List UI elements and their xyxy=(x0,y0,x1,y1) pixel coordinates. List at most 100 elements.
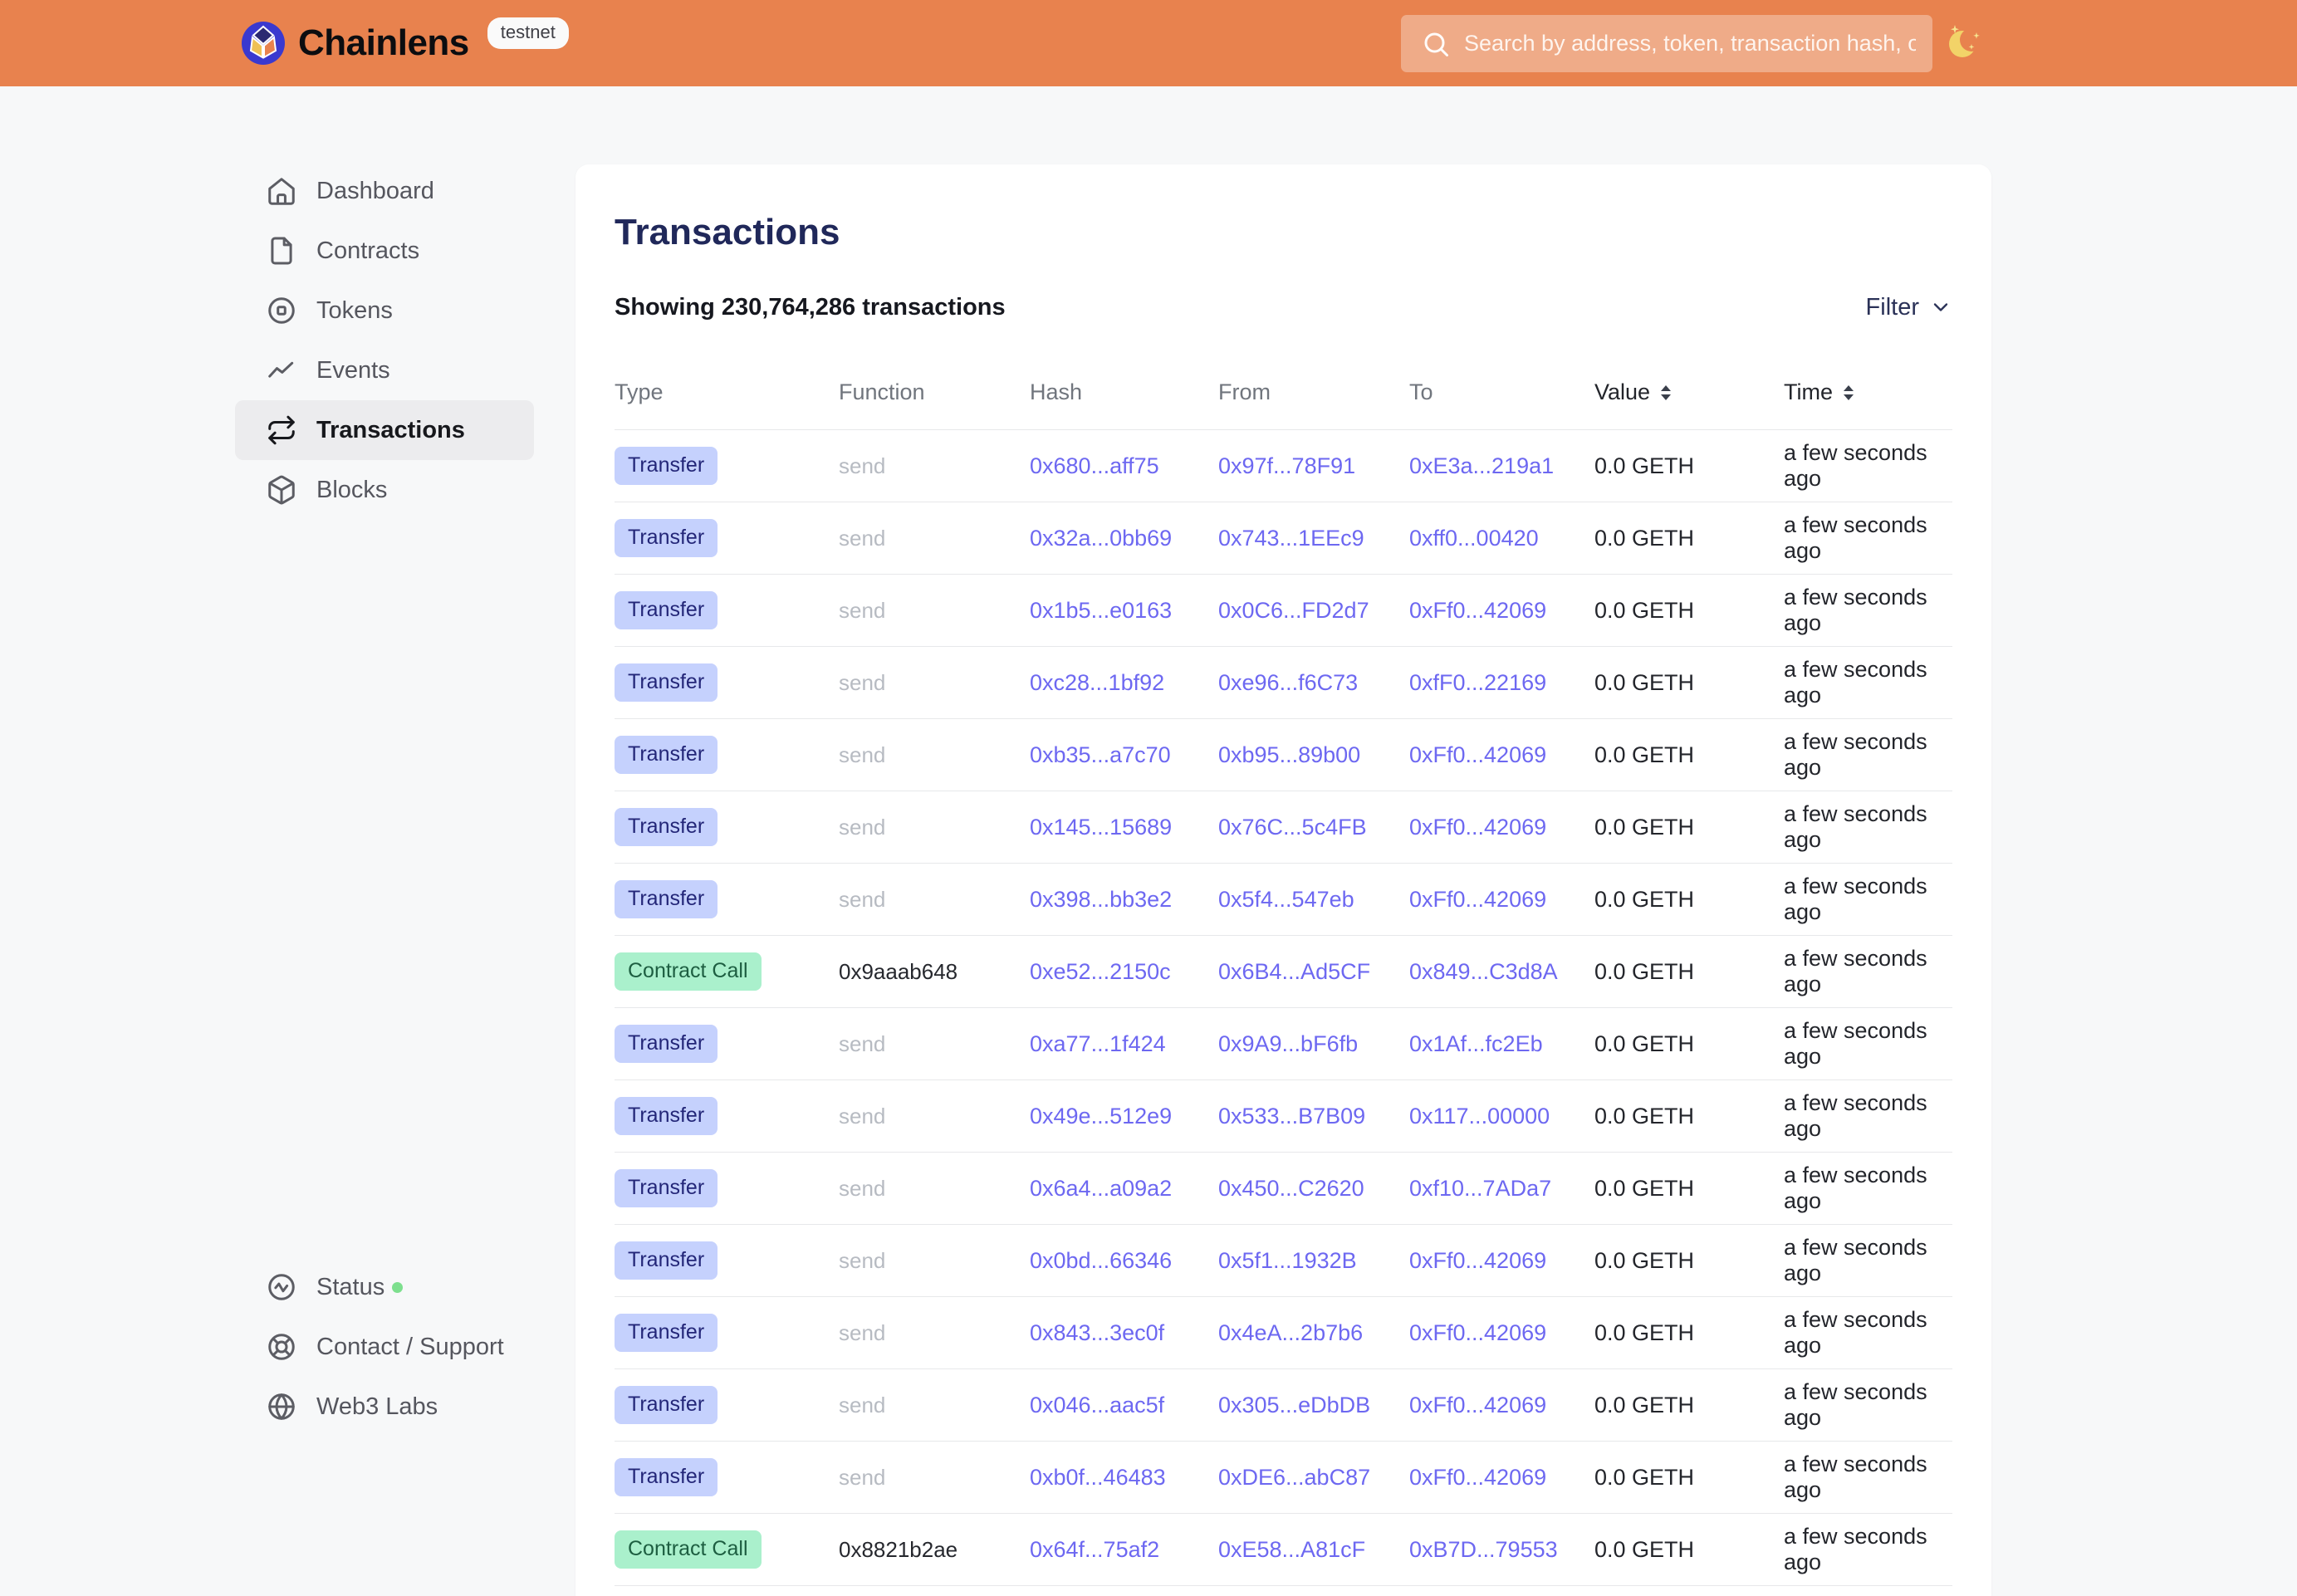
tx-from-link[interactable]: 0x0C6...FD2d7 xyxy=(1218,598,1369,624)
tx-value: 0.0 GETH xyxy=(1594,1393,1784,1418)
tx-hash-link[interactable]: 0x32a...0bb69 xyxy=(1030,526,1172,551)
tx-hash-link[interactable]: 0xa77...1f424 xyxy=(1030,1031,1166,1057)
table-header-row: TypeFunctionHashFromToValueTime xyxy=(615,355,1952,430)
tx-type-badge: Transfer xyxy=(615,519,718,557)
tx-time: a few seconds ago xyxy=(1784,1235,1952,1286)
tx-hash-link[interactable]: 0x843...3ec0f xyxy=(1030,1320,1164,1346)
page-title: Transactions xyxy=(615,213,1952,252)
tx-to-link[interactable]: 0xff0...00420 xyxy=(1409,526,1539,551)
tx-value: 0.0 GETH xyxy=(1594,1104,1784,1129)
tx-value: 0.0 GETH xyxy=(1594,959,1784,985)
tx-to-link[interactable]: 0xFf0...42069 xyxy=(1409,742,1546,768)
sidebar-item-events[interactable]: Events xyxy=(235,340,534,400)
column-header-time[interactable]: Time xyxy=(1784,379,1952,405)
tx-hash-link[interactable]: 0xe52...2150c xyxy=(1030,959,1171,985)
tx-function: 0x8821b2ae xyxy=(839,1537,1030,1563)
sidebar-item-label: Contracts xyxy=(316,237,419,265)
tx-type-badge: Transfer xyxy=(615,736,718,774)
table-row: Transfersend0x6a4...a09a20x450...C26200x… xyxy=(615,1153,1952,1225)
sidebar-item-label: Transactions xyxy=(316,417,465,444)
tx-time: a few seconds ago xyxy=(1784,1090,1952,1142)
tx-to-link[interactable]: 0xf10...7ADa7 xyxy=(1409,1176,1551,1202)
table-row: Transfersend0xa77...1f4240x9A9...bF6fb0x… xyxy=(615,1008,1952,1080)
sort-icon xyxy=(1661,385,1671,400)
tx-to-link[interactable]: 0xFf0...42069 xyxy=(1409,598,1546,624)
sidebar-item-web3-labs[interactable]: Web3 Labs xyxy=(235,1377,534,1437)
table-row: Contract Call0x8821b2ae0x64f...75af20xE5… xyxy=(615,1514,1952,1586)
status-online-dot xyxy=(392,1282,403,1293)
table-row: Transfersend0x0bd...663460x5f1...1932B0x… xyxy=(615,1225,1952,1297)
tx-to-link[interactable]: 0xB7D...79553 xyxy=(1409,1537,1558,1563)
tx-hash-link[interactable]: 0x0bd...66346 xyxy=(1030,1248,1172,1274)
table-row: Transfersend0x49e...512e90x533...B7B090x… xyxy=(615,1080,1952,1153)
tx-time: a few seconds ago xyxy=(1784,440,1952,492)
tx-type-badge: Contract Call xyxy=(615,952,762,991)
tx-type-badge: Transfer xyxy=(615,591,718,629)
tx-from-link[interactable]: 0x305...eDbDB xyxy=(1218,1393,1370,1418)
tx-from-link[interactable]: 0x5f4...547eb xyxy=(1218,887,1354,913)
tx-time: a few seconds ago xyxy=(1784,1524,1952,1575)
tx-hash-link[interactable]: 0x680...aff75 xyxy=(1030,453,1159,479)
tx-from-link[interactable]: 0x533...B7B09 xyxy=(1218,1104,1365,1129)
tx-type-badge: Transfer xyxy=(615,1241,718,1280)
tx-from-link[interactable]: 0xe96...f6C73 xyxy=(1218,670,1358,696)
tx-to-link[interactable]: 0xFf0...42069 xyxy=(1409,815,1546,840)
tx-from-link[interactable]: 0x6B4...Ad5CF xyxy=(1218,959,1370,985)
tx-to-link[interactable]: 0xFf0...42069 xyxy=(1409,1248,1546,1274)
filter-button[interactable]: Filter xyxy=(1866,294,1952,321)
tx-to-link[interactable]: 0x117...00000 xyxy=(1409,1104,1550,1129)
filter-button-label: Filter xyxy=(1866,294,1919,321)
tx-hash-link[interactable]: 0x145...15689 xyxy=(1030,815,1172,840)
tx-from-link[interactable]: 0x743...1EEc9 xyxy=(1218,526,1364,551)
search-input[interactable] xyxy=(1401,15,1932,72)
tx-type-badge: Transfer xyxy=(615,808,718,846)
sidebar-item-status[interactable]: Status xyxy=(235,1257,534,1317)
tx-hash-link[interactable]: 0xc28...1bf92 xyxy=(1030,670,1164,696)
tx-from-link[interactable]: 0x5f1...1932B xyxy=(1218,1248,1357,1274)
tx-to-link[interactable]: 0x849...C3d8A xyxy=(1409,959,1558,985)
tx-value: 0.0 GETH xyxy=(1594,598,1784,624)
tx-function: send xyxy=(839,1031,1030,1057)
tx-hash-link[interactable]: 0x64f...75af2 xyxy=(1030,1537,1159,1563)
tx-to-link[interactable]: 0xFf0...42069 xyxy=(1409,1320,1546,1346)
chainlens-logo-icon xyxy=(242,22,285,65)
tx-from-link[interactable]: 0xb95...89b00 xyxy=(1218,742,1360,768)
table-row: Contract Call0x9aaab6480xe52...2150c0x6B… xyxy=(615,936,1952,1008)
tx-to-link[interactable]: 0xFf0...42069 xyxy=(1409,1465,1546,1491)
tx-hash-link[interactable]: 0x6a4...a09a2 xyxy=(1030,1176,1172,1202)
tx-from-link[interactable]: 0x76C...5c4FB xyxy=(1218,815,1367,840)
tx-to-link[interactable]: 0x1Af...fc2Eb xyxy=(1409,1031,1543,1057)
sidebar-item-dashboard[interactable]: Dashboard xyxy=(235,161,534,221)
tx-hash-link[interactable]: 0xb35...a7c70 xyxy=(1030,742,1171,768)
tx-hash-link[interactable]: 0x398...bb3e2 xyxy=(1030,887,1172,913)
sidebar-item-contact-support[interactable]: Contact / Support xyxy=(235,1317,534,1377)
tx-from-link[interactable]: 0x4eA...2b7b6 xyxy=(1218,1320,1363,1346)
tx-from-link[interactable]: 0x450...C2620 xyxy=(1218,1176,1364,1202)
tx-to-link[interactable]: 0xFf0...42069 xyxy=(1409,887,1546,913)
sidebar-item-transactions[interactable]: Transactions xyxy=(235,400,534,460)
tx-value: 0.0 GETH xyxy=(1594,453,1784,479)
tx-function: send xyxy=(839,742,1030,768)
tx-hash-link[interactable]: 0x49e...512e9 xyxy=(1030,1104,1172,1129)
sidebar-item-label: Events xyxy=(316,357,390,384)
tx-hash-link[interactable]: 0x1b5...e0163 xyxy=(1030,598,1172,624)
tx-to-link[interactable]: 0xE3a...219a1 xyxy=(1409,453,1554,479)
tx-to-link[interactable]: 0xfF0...22169 xyxy=(1409,670,1546,696)
sidebar-item-contracts[interactable]: Contracts xyxy=(235,221,534,281)
tx-from-link[interactable]: 0xDE6...abC87 xyxy=(1218,1465,1370,1491)
tx-from-link[interactable]: 0x9A9...bF6fb xyxy=(1218,1031,1358,1057)
column-header-value[interactable]: Value xyxy=(1594,379,1784,405)
sidebar-item-blocks[interactable]: Blocks xyxy=(235,460,534,520)
tx-hash-link[interactable]: 0x046...aac5f xyxy=(1030,1393,1164,1418)
dark-mode-toggle[interactable] xyxy=(1943,22,1986,65)
sidebar-item-tokens[interactable]: Tokens xyxy=(235,281,534,340)
tx-from-link[interactable]: 0xE58...A81cF xyxy=(1218,1537,1365,1563)
tx-to-link[interactable]: 0xFf0...42069 xyxy=(1409,1393,1546,1418)
sidebar-item-label: Tokens xyxy=(316,297,393,325)
tx-from-link[interactable]: 0x97f...78F91 xyxy=(1218,453,1355,479)
tx-function: send xyxy=(839,670,1030,696)
tx-type-badge: Transfer xyxy=(615,447,718,485)
top-header: Chainlens testnet xyxy=(0,0,2297,86)
tx-function: send xyxy=(839,1320,1030,1346)
tx-hash-link[interactable]: 0xb0f...46483 xyxy=(1030,1465,1166,1491)
